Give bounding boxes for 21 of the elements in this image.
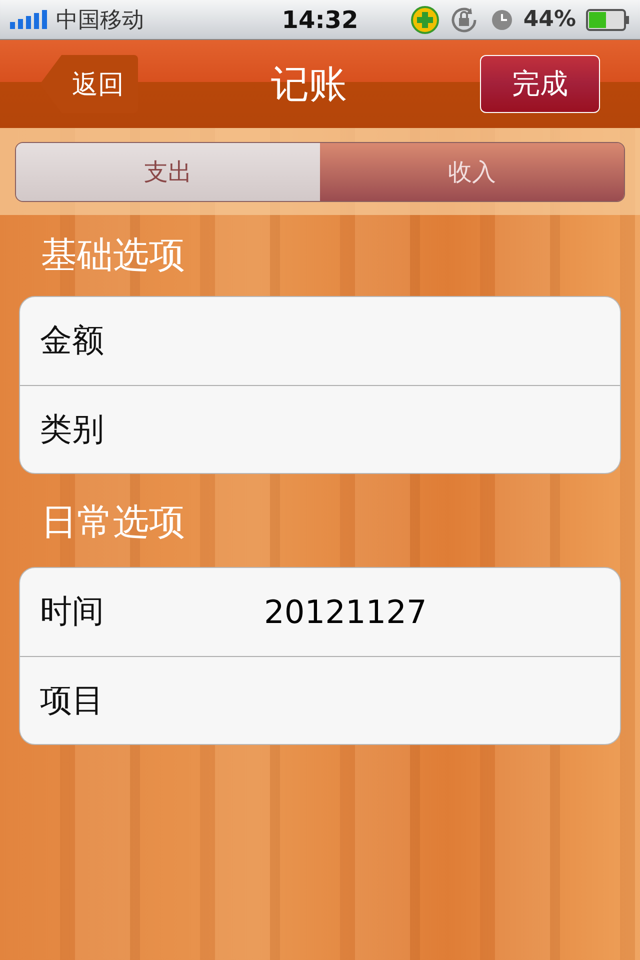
signal-icon: [10, 10, 48, 30]
field-label: 项目: [40, 680, 105, 720]
form-row[interactable]: 金额: [20, 297, 620, 385]
carrier-name: 中国移动: [56, 6, 144, 34]
page-title: 记账: [271, 60, 347, 108]
field-value: 20121127: [264, 593, 427, 631]
field-label: 时间: [40, 591, 105, 632]
clock-icon: [491, 8, 514, 30]
done-button[interactable]: 完成: [480, 55, 600, 113]
form-row[interactable]: 项目: [20, 656, 620, 744]
plus-icon: [411, 6, 440, 34]
form-row[interactable]: 类别: [20, 385, 620, 473]
section-header: 基础选项: [40, 234, 186, 273]
field-label: 金额: [40, 320, 105, 361]
form-row[interactable]: 时间 20121127: [20, 568, 620, 656]
section-header: 日常选项: [40, 501, 186, 544]
field-label: 类别: [40, 408, 105, 450]
segment-tab[interactable]: 支出: [16, 143, 320, 201]
clock-time: 14:32: [282, 6, 358, 34]
battery-percent: 44%: [523, 7, 576, 32]
battery-icon: [586, 8, 630, 30]
